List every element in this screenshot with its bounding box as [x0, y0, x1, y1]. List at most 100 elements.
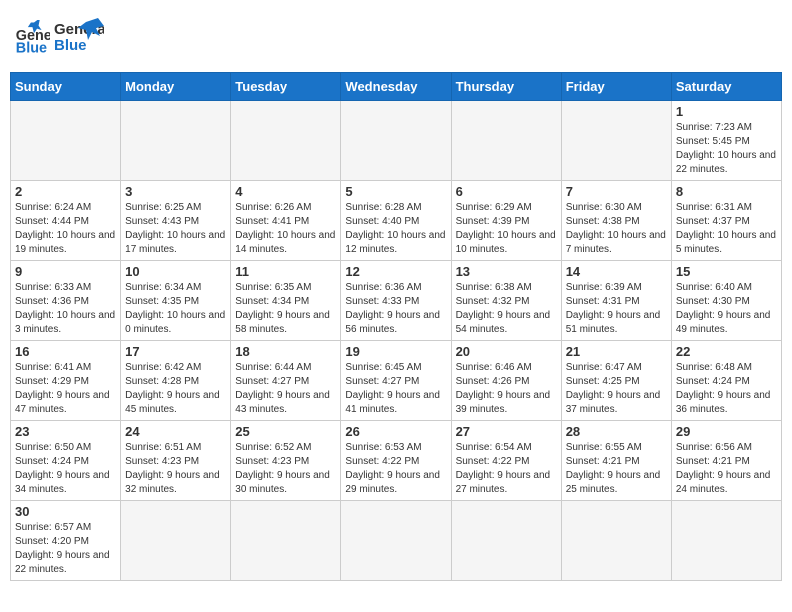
header: General Blue General Blue: [10, 10, 782, 66]
calendar-week-row: 23Sunrise: 6:50 AM Sunset: 4:24 PM Dayli…: [11, 421, 782, 501]
day-number: 18: [235, 344, 336, 359]
day-info: Sunrise: 6:24 AM Sunset: 4:44 PM Dayligh…: [15, 201, 116, 257]
logo-icon: General Blue: [14, 20, 50, 56]
calendar-cell: [561, 101, 671, 181]
calendar-cell: 15Sunrise: 6:40 AM Sunset: 4:30 PM Dayli…: [671, 261, 781, 341]
day-number: 7: [566, 184, 667, 199]
calendar-cell: [451, 101, 561, 181]
calendar-table: SundayMondayTuesdayWednesdayThursdayFrid…: [10, 72, 782, 581]
day-info: Sunrise: 6:33 AM Sunset: 4:36 PM Dayligh…: [15, 281, 116, 337]
day-info: Sunrise: 6:57 AM Sunset: 4:20 PM Dayligh…: [15, 521, 116, 577]
day-info: Sunrise: 6:31 AM Sunset: 4:37 PM Dayligh…: [676, 201, 777, 257]
day-number: 13: [456, 264, 557, 279]
day-info: Sunrise: 6:25 AM Sunset: 4:43 PM Dayligh…: [125, 201, 226, 257]
day-info: Sunrise: 6:38 AM Sunset: 4:32 PM Dayligh…: [456, 281, 557, 337]
calendar-cell: [561, 501, 671, 581]
calendar-cell: 14 Sunrise: 6:39 AM Sunset: 4:31 PM Dayli…: [561, 261, 671, 341]
weekday-header-wednesday: Wednesday: [341, 73, 451, 101]
day-info: Sunrise: 6:28 AM Sunset: 4:40 PM Dayligh…: [345, 201, 446, 257]
day-number: 26: [345, 424, 446, 439]
day-info: Sunrise: 6:42 AM Sunset: 4:28 PM Dayligh…: [125, 361, 226, 417]
day-info: Sunrise: 6:51 AM Sunset: 4:23 PM Dayligh…: [125, 441, 226, 497]
day-number: 21: [566, 344, 667, 359]
calendar-cell: 21 Sunrise: 6:47 AM Sunset: 4:25 PM Dayli…: [561, 341, 671, 421]
calendar-cell: 10Sunrise: 6:34 AM Sunset: 4:35 PM Dayli…: [121, 261, 231, 341]
weekday-header-friday: Friday: [561, 73, 671, 101]
weekday-header-row: SundayMondayTuesdayWednesdayThursdayFrid…: [11, 73, 782, 101]
day-info: Sunrise: 6:47 AM Sunset: 4:25 PM Dayligh…: [566, 361, 667, 417]
calendar-cell: 29Sunrise: 6:56 AM Sunset: 4:21 PM Dayli…: [671, 421, 781, 501]
day-number: 15: [676, 264, 777, 279]
calendar-cell: [341, 101, 451, 181]
day-number: 27: [456, 424, 557, 439]
logo: General Blue General Blue: [14, 16, 104, 60]
day-number: 14: [566, 264, 667, 279]
calendar-cell: 23Sunrise: 6:50 AM Sunset: 4:24 PM Dayli…: [11, 421, 121, 501]
calendar-cell: 27 Sunrise: 6:54 AM Sunset: 4:22 PM Dayli…: [451, 421, 561, 501]
calendar-cell: 24 Sunrise: 6:51 AM Sunset: 4:23 PM Dayli…: [121, 421, 231, 501]
day-number: 30: [15, 504, 116, 519]
calendar-cell: [121, 501, 231, 581]
day-number: 17: [125, 344, 226, 359]
day-number: 3: [125, 184, 226, 199]
calendar-cell: 12 Sunrise: 6:36 AM Sunset: 4:33 PM Dayli…: [341, 261, 451, 341]
calendar-cell: 11 Sunrise: 6:35 AM Sunset: 4:34 PM Dayli…: [231, 261, 341, 341]
weekday-header-saturday: Saturday: [671, 73, 781, 101]
day-number: 16: [15, 344, 116, 359]
day-number: 19: [345, 344, 446, 359]
day-info: Sunrise: 6:46 AM Sunset: 4:26 PM Dayligh…: [456, 361, 557, 417]
day-number: 12: [345, 264, 446, 279]
svg-text:Blue: Blue: [16, 40, 47, 56]
day-number: 24: [125, 424, 226, 439]
day-info: Sunrise: 6:52 AM Sunset: 4:23 PM Dayligh…: [235, 441, 336, 497]
day-number: 10: [125, 264, 226, 279]
day-number: 1: [676, 104, 777, 119]
weekday-header-tuesday: Tuesday: [231, 73, 341, 101]
day-number: 4: [235, 184, 336, 199]
day-info: Sunrise: 7:23 AM Sunset: 5:45 PM Dayligh…: [676, 121, 777, 177]
day-info: Sunrise: 6:44 AM Sunset: 4:27 PM Dayligh…: [235, 361, 336, 417]
day-info: Sunrise: 6:29 AM Sunset: 4:39 PM Dayligh…: [456, 201, 557, 257]
calendar-week-row: 9Sunrise: 6:33 AM Sunset: 4:36 PM Daylig…: [11, 261, 782, 341]
day-info: Sunrise: 6:36 AM Sunset: 4:33 PM Dayligh…: [345, 281, 446, 337]
day-number: 11: [235, 264, 336, 279]
day-number: 2: [15, 184, 116, 199]
calendar-cell: 8 Sunrise: 6:31 AM Sunset: 4:37 PM Daylig…: [671, 181, 781, 261]
day-info: Sunrise: 6:41 AM Sunset: 4:29 PM Dayligh…: [15, 361, 116, 417]
day-info: Sunrise: 6:35 AM Sunset: 4:34 PM Dayligh…: [235, 281, 336, 337]
day-info: Sunrise: 6:56 AM Sunset: 4:21 PM Dayligh…: [676, 441, 777, 497]
day-info: Sunrise: 6:54 AM Sunset: 4:22 PM Dayligh…: [456, 441, 557, 497]
weekday-header-sunday: Sunday: [11, 73, 121, 101]
day-number: 28: [566, 424, 667, 439]
calendar-cell: 6Sunrise: 6:29 AM Sunset: 4:39 PM Daylig…: [451, 181, 561, 261]
calendar-cell: 7 Sunrise: 6:30 AM Sunset: 4:38 PM Daylig…: [561, 181, 671, 261]
calendar-week-row: 2 Sunrise: 6:24 AM Sunset: 4:44 PM Daylig…: [11, 181, 782, 261]
calendar-cell: 2 Sunrise: 6:24 AM Sunset: 4:44 PM Daylig…: [11, 181, 121, 261]
day-number: 23: [15, 424, 116, 439]
day-info: Sunrise: 6:26 AM Sunset: 4:41 PM Dayligh…: [235, 201, 336, 257]
calendar-cell: 18 Sunrise: 6:44 AM Sunset: 4:27 PM Dayli…: [231, 341, 341, 421]
day-number: 25: [235, 424, 336, 439]
calendar-cell: 20 Sunrise: 6:46 AM Sunset: 4:26 PM Dayli…: [451, 341, 561, 421]
calendar-cell: 22Sunrise: 6:48 AM Sunset: 4:24 PM Dayli…: [671, 341, 781, 421]
day-number: 22: [676, 344, 777, 359]
calendar-cell: 9Sunrise: 6:33 AM Sunset: 4:36 PM Daylig…: [11, 261, 121, 341]
day-info: Sunrise: 6:30 AM Sunset: 4:38 PM Dayligh…: [566, 201, 667, 257]
day-info: Sunrise: 6:45 AM Sunset: 4:27 PM Dayligh…: [345, 361, 446, 417]
calendar-week-row: 30 Sunrise: 6:57 AM Sunset: 4:20 PM Dayli…: [11, 501, 782, 581]
calendar-cell: [341, 501, 451, 581]
calendar-cell: 1 Sunrise: 7:23 AM Sunset: 5:45 PM Daylig…: [671, 101, 781, 181]
calendar-week-row: 1 Sunrise: 7:23 AM Sunset: 5:45 PM Daylig…: [11, 101, 782, 181]
day-info: Sunrise: 6:53 AM Sunset: 4:22 PM Dayligh…: [345, 441, 446, 497]
generalblue-logo-svg: General Blue: [54, 16, 104, 60]
calendar-cell: [231, 101, 341, 181]
day-info: Sunrise: 6:39 AM Sunset: 4:31 PM Dayligh…: [566, 281, 667, 337]
calendar-cell: [671, 501, 781, 581]
calendar-cell: 17 Sunrise: 6:42 AM Sunset: 4:28 PM Dayli…: [121, 341, 231, 421]
day-number: 8: [676, 184, 777, 199]
day-number: 20: [456, 344, 557, 359]
calendar-cell: [11, 101, 121, 181]
day-number: 5: [345, 184, 446, 199]
calendar-cell: 16 Sunrise: 6:41 AM Sunset: 4:29 PM Dayli…: [11, 341, 121, 421]
calendar-cell: 4 Sunrise: 6:26 AM Sunset: 4:41 PM Daylig…: [231, 181, 341, 261]
